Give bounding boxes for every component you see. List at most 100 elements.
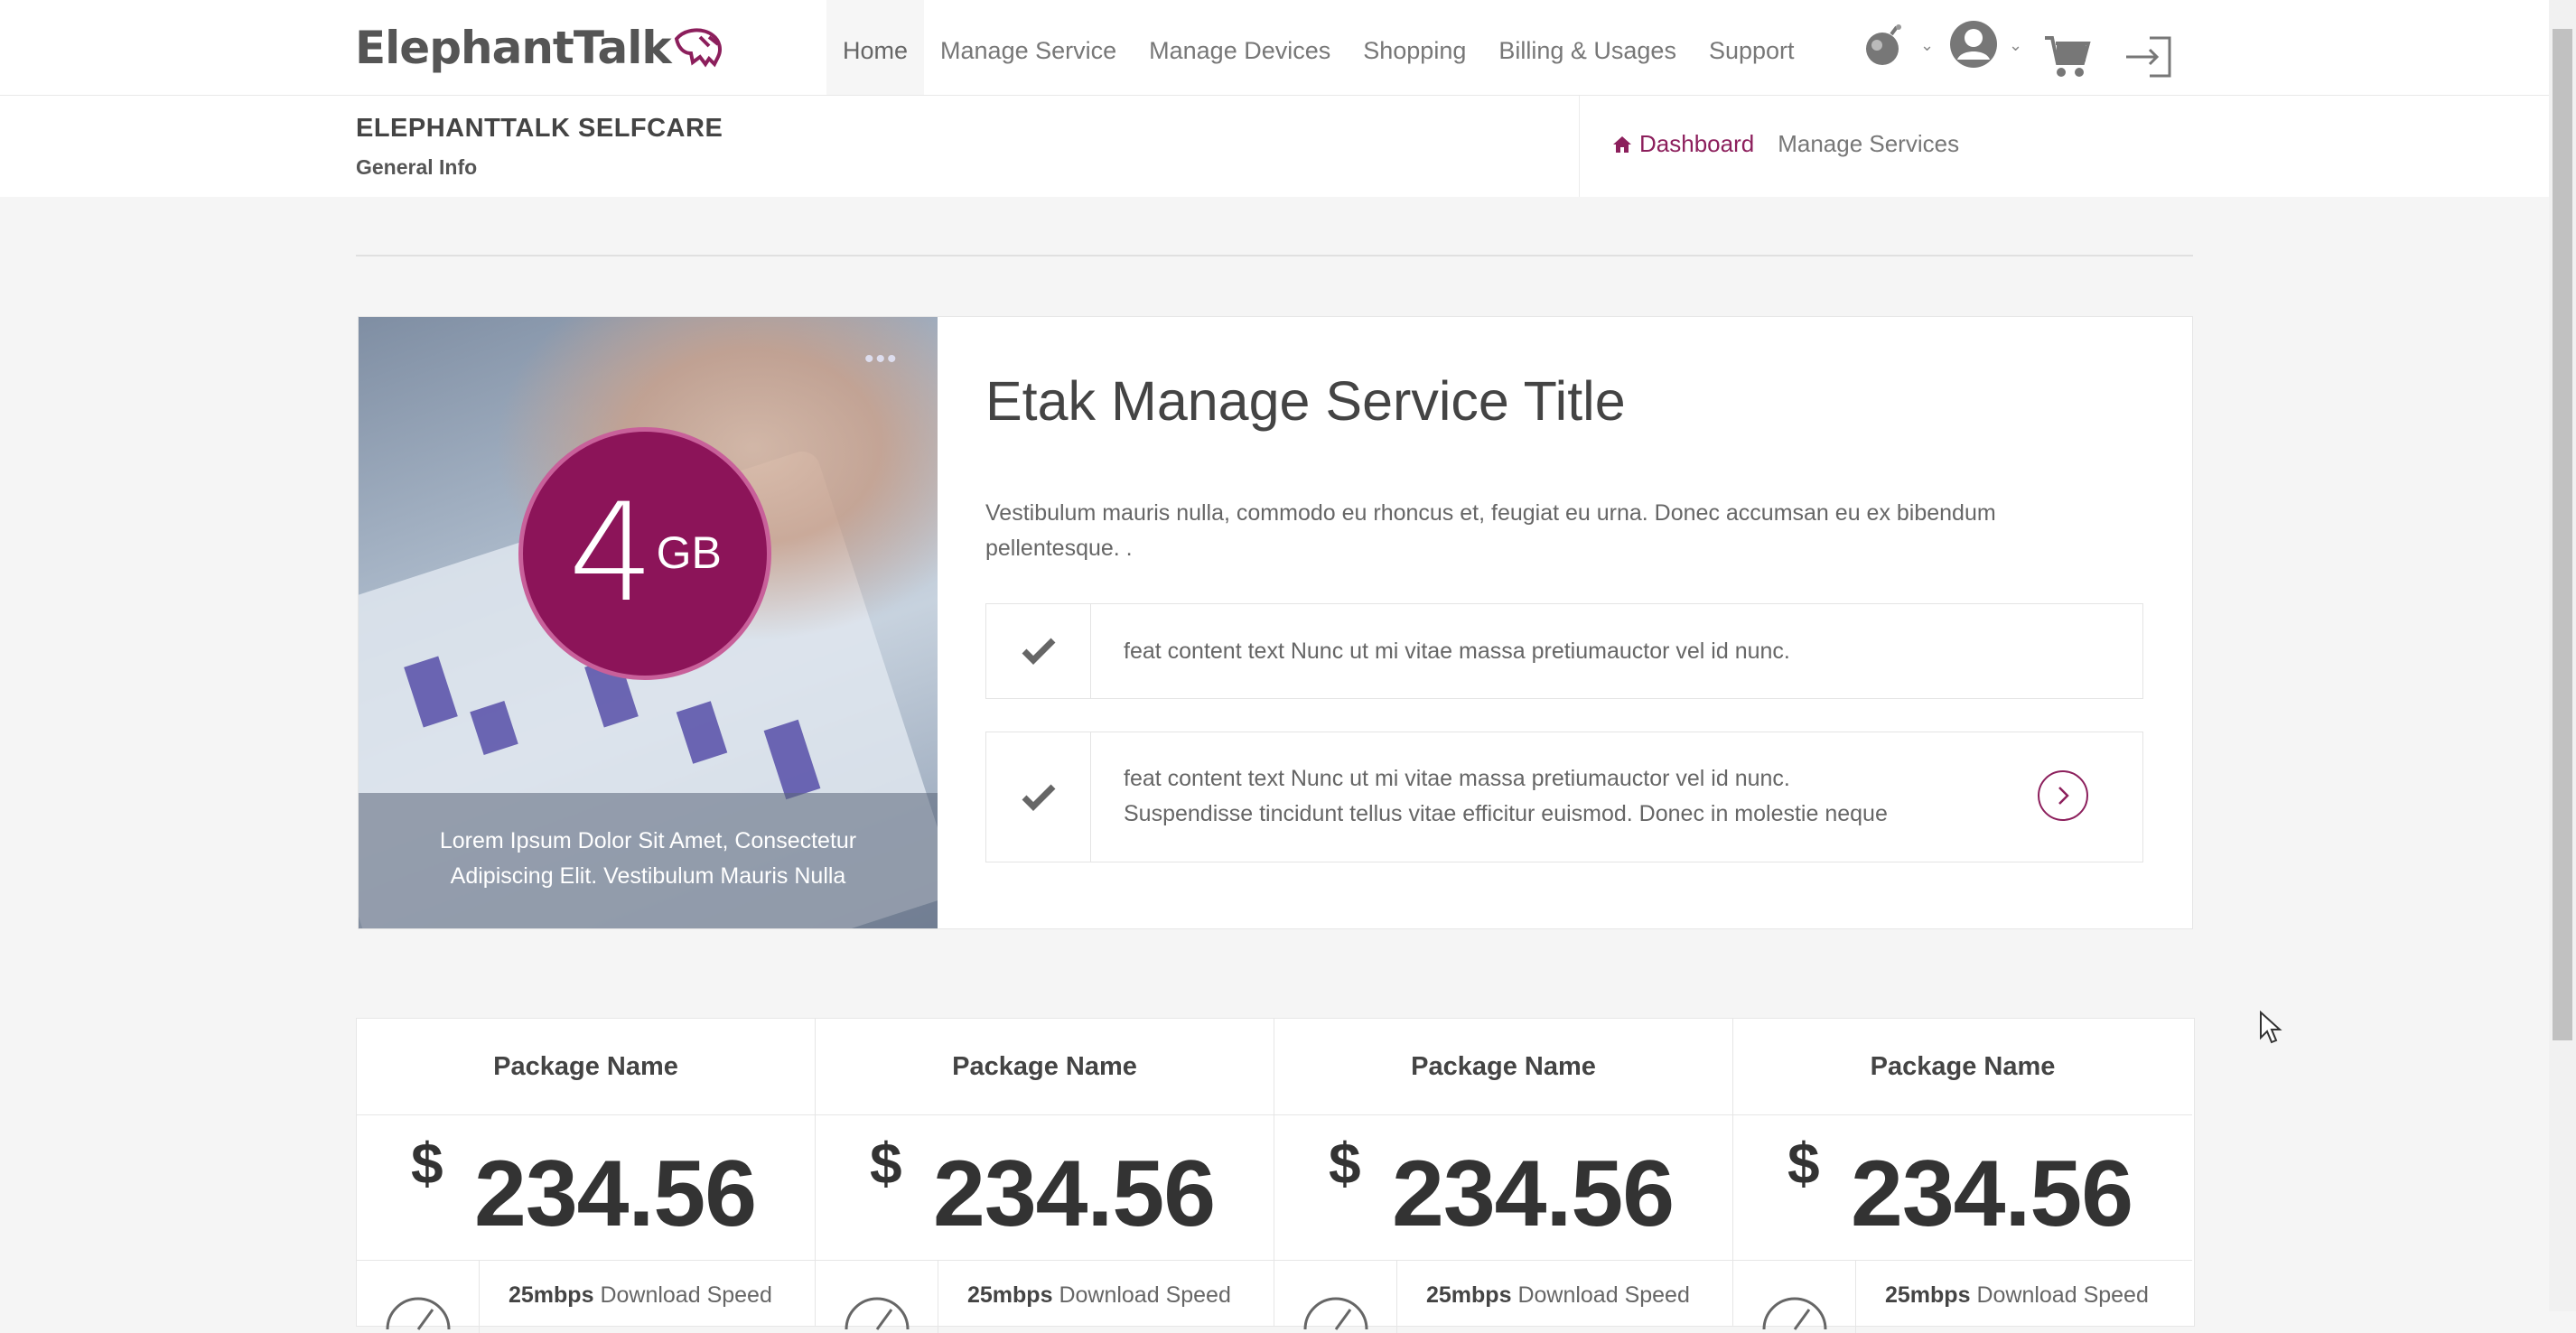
feature-item: feat content text Nunc ut mi vitae massa… — [985, 603, 2143, 699]
feature-item: feat content text Nunc ut mi vitae massa… — [985, 732, 2143, 862]
checkmark-icon — [1022, 638, 1055, 665]
package-feature: 25mbps Download Speed — [1274, 1261, 1732, 1333]
data-badge-unit: GB — [656, 527, 722, 578]
price-amount: 234.56 — [474, 1142, 757, 1246]
price-amount: 234.56 — [1392, 1142, 1675, 1246]
breadcrumb: Dashboard Manage Services — [1612, 130, 1959, 158]
speed-gauge-cell — [816, 1261, 938, 1333]
next-button[interactable] — [2038, 770, 2088, 821]
speed-value: 25mbps — [967, 1282, 1053, 1308]
service-image: ••• 4 GB Lorem Ipsum Dolor Sit Amet, Con… — [359, 317, 938, 928]
package-feature: 25mbps Download Speed — [1733, 1261, 2192, 1333]
main-nav: Home Manage Service Manage Devices Shopp… — [826, 0, 1811, 95]
package-name: Package Name — [1274, 1019, 1732, 1115]
package-price: $ 234.56 — [1733, 1115, 2192, 1261]
nav-shopping[interactable]: Shopping — [1347, 0, 1482, 95]
package-column[interactable]: Package Name $ 234.56 25mbps Download Sp… — [357, 1019, 816, 1333]
package-price: $ 234.56 — [357, 1115, 815, 1261]
service-title: Etak Manage Service Title — [985, 370, 1626, 432]
scrollbar[interactable] — [2549, 0, 2576, 1311]
package-price: $ 234.56 — [816, 1115, 1274, 1261]
package-feature: 25mbps Download Speed — [357, 1261, 815, 1333]
package-speed: 25mbps Download Speed — [509, 1282, 772, 1309]
price-currency: $ — [1787, 1131, 1820, 1196]
bomb-icon[interactable] — [1861, 23, 1906, 69]
speed-gauge-cell — [1733, 1261, 1856, 1333]
page-header: ELEPHANTTALK SELFCARE General Info Dashb… — [0, 96, 2549, 197]
divider — [1579, 96, 1580, 197]
speedometer-icon — [386, 1297, 451, 1330]
logout-icon[interactable] — [2124, 36, 2171, 78]
package-speed: 25mbps Download Speed — [1426, 1282, 1690, 1309]
logo-text: ElephantTalk — [355, 22, 672, 74]
description-line: pellentesque. . — [985, 536, 1133, 561]
mouse-cursor-icon — [2260, 1011, 2282, 1044]
image-caption: Lorem Ipsum Dolor Sit Amet, Consectetur … — [359, 793, 938, 928]
nav-manage-devices[interactable]: Manage Devices — [1133, 0, 1347, 95]
page-subtitle: General Info — [356, 155, 478, 179]
package-speed: 25mbps Download Speed — [1885, 1282, 2149, 1309]
data-badge-value: 4 — [568, 475, 655, 632]
breadcrumb-dashboard-label: Dashboard — [1639, 130, 1755, 157]
speed-gauge-cell — [357, 1261, 480, 1333]
price-currency: $ — [411, 1131, 443, 1196]
breadcrumb-dashboard[interactable]: Dashboard — [1612, 130, 1754, 158]
feature-text: feat content text Nunc ut mi vitae massa… — [1124, 761, 1888, 832]
speed-value: 25mbps — [509, 1282, 594, 1308]
speedometer-icon — [1762, 1297, 1827, 1330]
package-column[interactable]: Package Name $ 234.56 25mbps Download Sp… — [1274, 1019, 1733, 1333]
nav-support[interactable]: Support — [1693, 0, 1811, 95]
package-name: Package Name — [1733, 1019, 2192, 1115]
description-line: Vestibulum mauris nulla, commodo eu rhon… — [985, 500, 1996, 526]
chevron-down-icon[interactable]: ⌄ — [1920, 36, 1934, 55]
caption-line: Adipiscing Elit. Vestibulum Mauris Nulla — [450, 863, 846, 889]
speed-gauge-cell — [1274, 1261, 1397, 1333]
nav-billing-usages[interactable]: Billing & Usages — [1482, 0, 1693, 95]
home-icon — [1613, 135, 1631, 153]
logo[interactable]: ElephantTalk — [355, 22, 725, 74]
package-name: Package Name — [816, 1019, 1274, 1115]
feature-icon-cell — [986, 732, 1091, 862]
feature-text-line: Suspendisse tincidunt tellus vitae effic… — [1124, 801, 1888, 826]
price-currency: $ — [870, 1131, 902, 1196]
feature-text: feat content text Nunc ut mi vitae massa… — [1124, 639, 1790, 664]
speed-label: Download Speed — [1059, 1282, 1231, 1308]
user-avatar-icon[interactable] — [1949, 20, 1998, 69]
price-amount: 234.56 — [933, 1142, 1216, 1246]
speed-label: Download Speed — [1976, 1282, 2149, 1308]
speed-value: 25mbps — [1426, 1282, 1512, 1308]
service-description: Vestibulum mauris nulla, commodo eu rhon… — [985, 496, 2123, 566]
package-speed: 25mbps Download Speed — [967, 1282, 1231, 1309]
scrollbar-thumb[interactable] — [2553, 29, 2572, 1040]
package-feature: 25mbps Download Speed — [816, 1261, 1274, 1333]
speedometer-icon — [845, 1297, 910, 1330]
chevron-right-icon — [2058, 787, 2069, 805]
package-column[interactable]: Package Name $ 234.56 25mbps Download Sp… — [1733, 1019, 2192, 1333]
service-card: ••• 4 GB Lorem Ipsum Dolor Sit Amet, Con… — [358, 316, 2193, 929]
speed-label: Download Speed — [600, 1282, 772, 1308]
elephant-logo-icon — [674, 28, 722, 68]
feature-icon-cell — [986, 604, 1091, 698]
shopping-cart-icon[interactable] — [2043, 33, 2092, 79]
package-price: $ 234.56 — [1274, 1115, 1732, 1261]
price-currency: $ — [1329, 1131, 1361, 1196]
top-navbar: ElephantTalk Home Manage Service Manage … — [0, 0, 2549, 96]
feature-text-line: feat content text Nunc ut mi vitae massa… — [1124, 766, 1790, 791]
package-name: Package Name — [357, 1019, 815, 1115]
nav-home[interactable]: Home — [826, 0, 925, 95]
package-column[interactable]: Package Name $ 234.56 25mbps Download Sp… — [816, 1019, 1274, 1333]
nav-manage-service[interactable]: Manage Service — [924, 0, 1133, 95]
divider — [356, 255, 2193, 256]
chevron-down-icon[interactable]: ⌄ — [2009, 36, 2022, 55]
checkmark-icon — [1022, 784, 1055, 811]
breadcrumb-current: Manage Services — [1778, 130, 1960, 157]
speed-value: 25mbps — [1885, 1282, 1971, 1308]
price-amount: 234.56 — [1851, 1142, 2133, 1246]
caption-line: Lorem Ipsum Dolor Sit Amet, Consectetur — [439, 828, 857, 853]
speedometer-icon — [1303, 1297, 1368, 1330]
page-title: ELEPHANTTALK SELFCARE — [356, 114, 723, 143]
data-badge: 4 GB — [518, 427, 771, 680]
more-options-icon[interactable]: ••• — [864, 344, 899, 375]
speed-label: Download Speed — [1517, 1282, 1690, 1308]
package-table: Package Name $ 234.56 25mbps Download Sp… — [356, 1018, 2195, 1333]
